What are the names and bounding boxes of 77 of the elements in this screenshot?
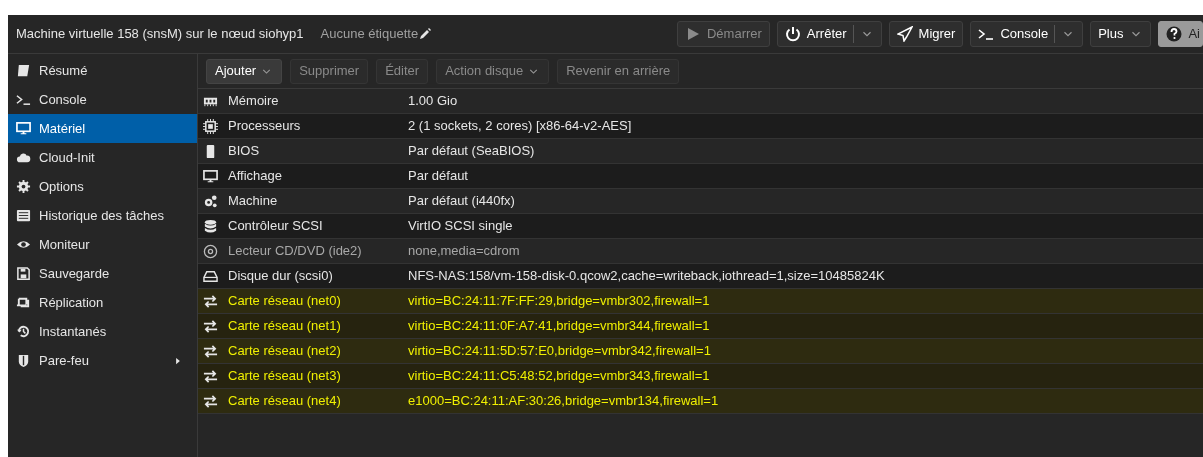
table-row[interactable]: Carte réseau (net1) virtio=BC:24:11:0F:A7:41,bridge=vmbr344,firewall=1: [198, 314, 1203, 339]
hard-drive-icon: [203, 268, 218, 284]
sidebar-item[interactable]: Cloud-Init: [8, 143, 197, 172]
table-cell-text: BIOS: [228, 142, 260, 161]
sidebar-item[interactable]: Sauvegarde: [8, 259, 197, 288]
table-cell-text: virtio=BC:24:11:7F:FF:29,bridge=vmbr302,firewall=1: [408, 292, 710, 311]
network-arrows-icon: [203, 393, 218, 409]
table-cell-text: Par défaut (i440fx): [408, 192, 515, 211]
sidebar-item[interactable]: Instantanés: [8, 317, 197, 346]
table-cell-text: none,media=cdrom: [408, 242, 520, 261]
table-row[interactable]: Carte réseau (net0) virtio=BC:24:11:7F:FF:29,bridge=vmbr302,firewall=1: [198, 289, 1203, 314]
network-arrows-icon: [203, 368, 218, 384]
toolbar-button[interactable]: Console: [970, 21, 1084, 47]
table-row[interactable]: Carte réseau (net4) e1000=BC:24:11:AF:30:26,bridge=vmbr134,firewall=1: [198, 389, 1203, 414]
table-cell-text: Processeurs: [228, 117, 301, 136]
table-cell-text: 2 (1 sockets, 2 cores) [x86-64-v2-AES]: [408, 117, 632, 136]
help-button[interactable]: Ai: [1158, 21, 1203, 47]
table-row[interactable]: Disque dur (scsi0) NFS-NAS:158/vm-158-disk-0.qcow2,cache=writeback,iothread=1,size=10485824K: [198, 264, 1203, 289]
toolbar-button[interactable]: Ajouter: [206, 58, 283, 84]
gear-icon: [16, 179, 31, 194]
sidebar-item[interactable]: Moniteur: [8, 230, 197, 259]
table-cell-text: Affichage: [228, 167, 282, 186]
table-cell-text: virtio=BC:24:11:C5:48:52,bridge=vmbr343,firewall=1: [408, 367, 710, 386]
help-icon: [1166, 26, 1183, 42]
table-cell-text: virtio=BC:24:11:0F:A7:41,bridge=vmbr344,firewall=1: [408, 317, 710, 336]
table-cell-text: 1.00 Gio: [408, 92, 458, 111]
table-cell-text: virtio=BC:24:11:5D:57:E0,bridge=vmbr342,firewall=1: [408, 342, 711, 361]
table-cell-text: Carte réseau (net4): [228, 392, 341, 411]
table-cell-text: Lecteur CD/DVD (ide2): [228, 242, 362, 261]
history-icon: [16, 324, 31, 339]
table-cell-text: Disque dur (scsi0): [228, 267, 333, 286]
table-cell-text: Par défaut: [408, 167, 468, 186]
table-cell-text: e1000=BC:24:11:AF:30:26,bridge=vmbr134,firewall=1: [408, 392, 719, 411]
list-icon: [16, 208, 31, 223]
table-cell-text: Carte réseau (net2): [228, 342, 341, 361]
tags-label[interactable]: Aucune étiquette: [320, 24, 419, 44]
shield-icon: [16, 353, 31, 368]
cpu-icon: [203, 118, 218, 134]
sidebar-item[interactable]: Résumé: [8, 56, 197, 85]
table-cell-text: Carte réseau (net1): [228, 317, 341, 336]
sidebar-item[interactable]: Historique des tâches: [8, 201, 197, 230]
monitor-icon: [16, 121, 31, 136]
toolbar-button[interactable]: Migrer: [888, 21, 964, 47]
database-icon: [203, 218, 218, 234]
table-cell-text: Mémoire: [228, 92, 279, 111]
sidebar-item[interactable]: Options: [8, 172, 197, 201]
pencil-icon[interactable]: [419, 28, 432, 40]
sidebar-item[interactable]: Matériel: [8, 114, 197, 143]
toolbar-button[interactable]: Plus: [1090, 21, 1152, 47]
table-cell-text: Contrôleur SCSI: [228, 217, 323, 236]
table-cell-text: Carte réseau (net0): [228, 292, 341, 311]
table-row[interactable]: Carte réseau (net3) virtio=BC:24:11:C5:48:52,bridge=vmbr343,firewall=1: [198, 364, 1203, 389]
table-row[interactable]: Contrôleur SCSI VirtIO SCSI single: [198, 214, 1203, 239]
floppy-icon: [16, 266, 31, 281]
table-cell-text: Par défaut (SeaBIOS): [408, 142, 535, 161]
table-row[interactable]: Processeurs 2 (1 sockets, 2 cores) [x86-64-v2-AES]: [198, 114, 1203, 139]
table-cell-text: Carte réseau (net3): [228, 367, 341, 386]
disc-icon: [203, 243, 218, 259]
sidebar-item[interactable]: Console: [8, 85, 197, 114]
table-cell-text: Machine: [228, 192, 278, 211]
toolbar-button[interactable]: Arrêter: [776, 21, 882, 47]
network-arrows-icon: [203, 318, 218, 334]
table-row[interactable]: Affichage Par défaut: [198, 164, 1203, 189]
sidebar-item[interactable]: Réplication: [8, 288, 197, 317]
window-title: Machine virtuelle 158 (snsM) sur le nœud siohyp1: [16, 25, 304, 44]
table-row[interactable]: Carte réseau (net2) virtio=BC:24:11:5D:57:E0,bridge=vmbr342,firewall=1: [198, 339, 1203, 364]
paper-plane-icon: [896, 26, 913, 42]
sidebar-item[interactable]: Pare-feu: [8, 346, 197, 375]
table-cell-text: NFS-NAS:158/vm-158-disk-0.qcow2,cache=writeback,iothread=1,size=10485824K: [408, 267, 885, 286]
network-arrows-icon: [203, 293, 218, 309]
network-arrows-icon: [203, 343, 218, 359]
table-cell-text: VirtIO SCSI single: [408, 217, 513, 236]
monitor-icon: [203, 168, 218, 184]
gears-icon: [203, 193, 218, 209]
power-icon: [784, 26, 801, 42]
terminal-icon: [16, 92, 31, 107]
terminal-icon: [978, 26, 995, 42]
